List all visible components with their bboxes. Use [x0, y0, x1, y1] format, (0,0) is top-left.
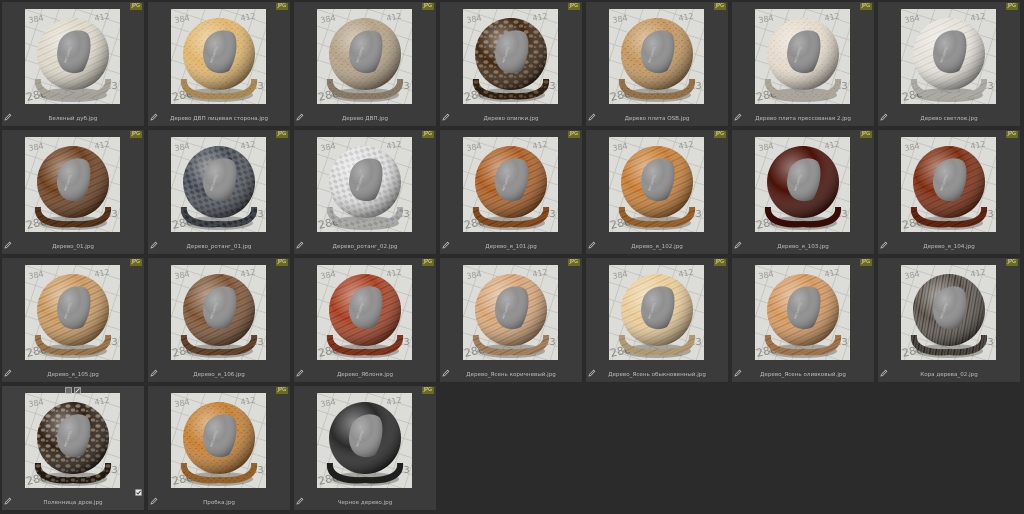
material-filename: Дерево_01.jpg [52, 244, 94, 250]
file-type-badge: JPG [1005, 259, 1018, 266]
material-preview-image: 384 412 286 13 ARTLANTIS [25, 137, 120, 232]
material-tile[interactable]: 384 412 286 13 ARTLANTIS JPG Дерево_Яблон… [293, 257, 437, 383]
material-filename: Дерево_Ясень оливковый.jpg [760, 372, 846, 378]
material-tile[interactable]: 384 412 286 13 ARTLANTIS JPG Дерево_я_101… [439, 129, 583, 255]
material-preview-image: 384 412 286 13 ARTLANTIS [901, 137, 996, 232]
material-tile[interactable]: 384 412 286 13 ARTLANTIS JPG Дерево_Ясень… [731, 257, 875, 383]
edit-icon[interactable] [74, 387, 81, 394]
file-type-badge: JPG [859, 131, 872, 138]
material-preview-image: 384 412 286 13 ARTLANTIS [755, 265, 850, 360]
material-tile[interactable]: 384 412 286 13 ARTLANTIS JPG Дерево ДВП л… [147, 1, 291, 127]
file-type-badge: JPG [421, 387, 434, 394]
material-filename: Беленый дуб.jpg [48, 116, 98, 122]
material-filename: Дерево плита OSB.jpg [624, 116, 690, 122]
file-type-badge: JPG [1005, 3, 1018, 10]
material-filename: Дерево ДВП лицевая сторона.jpg [169, 116, 269, 122]
material-tile[interactable]: 384 412 286 13 ARTLANTIS JPG Дерево ДВП.j… [293, 1, 437, 127]
material-tile[interactable]: 384 412 286 13 ARTLANTIS JPG Дерево светл… [877, 1, 1021, 127]
material-tile[interactable]: 384 412 286 13 ARTLANTIS JPG Дерево_ротан… [293, 129, 437, 255]
file-type-badge: JPG [129, 3, 142, 10]
material-tile[interactable]: 384 412 286 13 ARTLANTIS JPGПоленница др… [1, 385, 145, 511]
material-tile[interactable]: 384 412 286 13 ARTLANTIS JPG Дерево_я_102… [585, 129, 729, 255]
material-filename: Дерево_я_105.jpg [47, 372, 99, 378]
material-tile[interactable]: 384 412 286 13 ARTLANTIS JPG Дерево_01.jp… [1, 129, 145, 255]
material-preview-image: 384 412 286 13 ARTLANTIS [755, 137, 850, 232]
material-preview-image: 384 412 286 13 ARTLANTIS [463, 9, 558, 104]
material-preview-image: 384 412 286 13 ARTLANTIS [171, 265, 266, 360]
material-preview-image: 384 412 286 13 ARTLANTIS [25, 393, 120, 488]
file-type-badge: JPG [129, 131, 142, 138]
material-tile[interactable]: 384 412 286 13 ARTLANTIS JPG Дерево плита… [731, 1, 875, 127]
material-tile[interactable]: 384 412 286 13 ARTLANTIS JPG Дерево_Ясень… [439, 257, 583, 383]
preview-icon[interactable] [65, 387, 72, 394]
material-tile[interactable]: 384 412 286 13 ARTLANTIS JPG Дерево_я_105… [1, 257, 145, 383]
material-filename: Дерево светлое.jpg [920, 116, 978, 122]
file-type-badge: JPG [713, 131, 726, 138]
material-preview-image: 384 412 286 13 ARTLANTIS [609, 137, 704, 232]
material-filename: Черное дерево.jpg [337, 500, 393, 506]
material-preview-image: 384 412 286 13 ARTLANTIS [901, 9, 996, 104]
file-type-badge: JPG [421, 131, 434, 138]
material-filename: Дерево плита прессованая 2.jpg [755, 116, 851, 122]
file-type-badge: JPG [859, 259, 872, 266]
material-filename: Дерево_я_103.jpg [777, 244, 829, 250]
file-type-badge: JPG [713, 259, 726, 266]
file-type-badge: JPG [275, 259, 288, 266]
material-filename: Дерево_Ясень обыкновенный.jpg [608, 372, 706, 378]
file-type-badge: JPG [275, 3, 288, 10]
material-tile[interactable]: 384 412 286 13 ARTLANTIS JPG Дерево_я_103… [731, 129, 875, 255]
material-filename: Дерево_ротанг_01.jpg [186, 244, 252, 250]
material-preview-image: 384 412 286 13 ARTLANTIS [755, 9, 850, 104]
material-preview-image: 384 412 286 13 ARTLANTIS [463, 265, 558, 360]
material-tile[interactable]: 384 412 286 13 ARTLANTIS JPG Дерево опилк… [439, 1, 583, 127]
material-preview-image: 384 412 286 13 ARTLANTIS [171, 393, 266, 488]
material-tile[interactable]: 384 412 286 13 ARTLANTIS JPG Дерево_я_104… [877, 129, 1021, 255]
material-filename: Поленница дров.jpg [43, 500, 103, 506]
file-type-badge: JPG [859, 3, 872, 10]
material-preview-image: 384 412 286 13 ARTLANTIS [25, 265, 120, 360]
file-type-badge: JPG [129, 259, 142, 266]
material-filename: Дерево_Яблоня.jpg [336, 372, 394, 378]
material-filename: Дерево_Ясень коричневый.jpg [466, 372, 556, 378]
material-tile[interactable]: 384 412 286 13 ARTLANTIS JPG Черное дерев… [293, 385, 437, 511]
material-tile[interactable]: 384 412 286 13 ARTLANTIS JPG Беленый дуб.… [1, 1, 145, 127]
file-type-badge: JPG [713, 3, 726, 10]
file-type-badge: JPG [421, 259, 434, 266]
material-tile[interactable]: 384 412 286 13 ARTLANTIS JPG Дерево плита… [585, 1, 729, 127]
material-tile[interactable]: 384 412 286 13 ARTLANTIS JPG Дерево_я_106… [147, 257, 291, 383]
material-filename: Дерево ДВП.jpg [341, 116, 389, 122]
material-filename: Пробка.jpg [203, 500, 235, 506]
material-preview-image: 384 412 286 13 ARTLANTIS [609, 9, 704, 104]
file-type-badge: JPG [1005, 131, 1018, 138]
material-preview-image: 384 412 286 13 ARTLANTIS [609, 265, 704, 360]
select-checkbox-icon[interactable] [135, 489, 142, 496]
material-tile[interactable]: 384 412 286 13 ARTLANTIS JPG Дерево_Ясень… [585, 257, 729, 383]
file-type-badge: JPG [275, 131, 288, 138]
material-preview-image: 384 412 286 13 ARTLANTIS [317, 9, 412, 104]
material-preview-image: 384 412 286 13 ARTLANTIS [317, 137, 412, 232]
file-type-badge: JPG [567, 131, 580, 138]
material-filename: Дерево_ротанг_02.jpg [332, 244, 398, 250]
material-preview-image: 384 412 286 13 ARTLANTIS [901, 265, 996, 360]
material-filename: Дерево_я_104.jpg [923, 244, 975, 250]
material-tile[interactable]: 384 412 286 13 ARTLANTIS JPG Дерево_ротан… [147, 129, 291, 255]
material-filename: Кора дерева_02.jpg [920, 372, 978, 378]
material-filename: Дерево_я_106.jpg [193, 372, 245, 378]
file-type-badge: JPG [421, 3, 434, 10]
material-preview-image: 384 412 286 13 ARTLANTIS [317, 265, 412, 360]
material-tile[interactable]: 384 412 286 13 ARTLANTIS JPG Пробка.jpg [147, 385, 291, 511]
material-tile[interactable]: 384 412 286 13 ARTLANTIS JPG Кора дерева_… [877, 257, 1021, 383]
material-preview-image: 384 412 286 13 ARTLANTIS [25, 9, 120, 104]
file-type-badge: JPG [567, 3, 580, 10]
file-type-badge: JPG [567, 259, 580, 266]
material-preview-image: 384 412 286 13 ARTLANTIS [317, 393, 412, 488]
material-filename: Дерево_я_102.jpg [631, 244, 683, 250]
empty-grid-area [439, 385, 1024, 514]
material-filename: Дерево_я_101.jpg [485, 244, 537, 250]
material-preview-image: 384 412 286 13 ARTLANTIS [171, 137, 266, 232]
material-preview-image: 384 412 286 13 ARTLANTIS [171, 9, 266, 104]
file-type-badge: JPG [275, 387, 288, 394]
material-preview-image: 384 412 286 13 ARTLANTIS [463, 137, 558, 232]
material-filename: Дерево опилки.jpg [483, 116, 539, 122]
